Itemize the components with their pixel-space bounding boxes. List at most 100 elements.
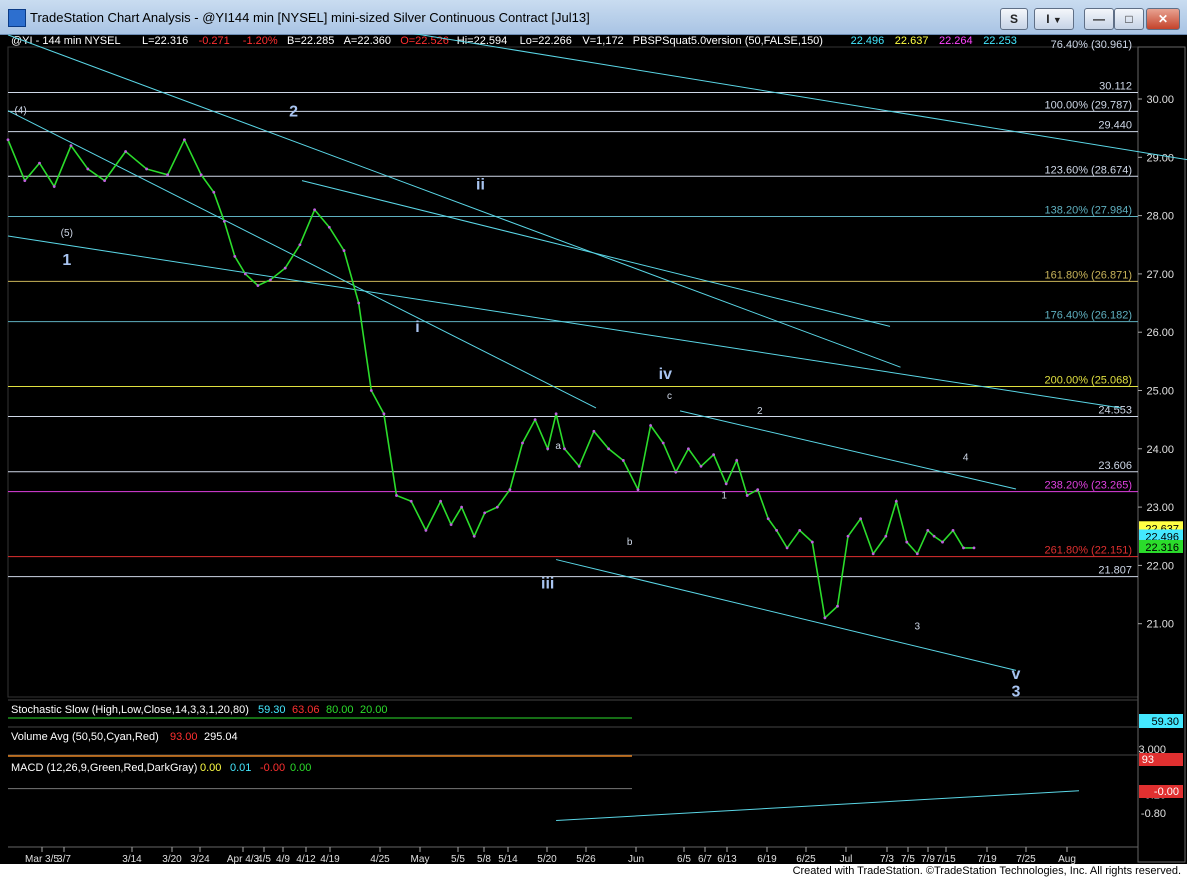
price-dot — [546, 447, 550, 451]
x-tick-label: 5/5 — [451, 854, 465, 864]
wave-label: iii — [541, 576, 554, 593]
price-dot — [103, 179, 106, 183]
price-dot — [449, 523, 453, 526]
header-value: L=22.316 — [142, 35, 188, 47]
price-dot — [871, 552, 875, 556]
price-dot — [972, 546, 976, 550]
header-value: Lo=22.266 — [520, 35, 572, 47]
stochastic-value: 63.06 — [292, 704, 320, 716]
chevron-down-icon: ▼ — [1052, 15, 1062, 25]
wave-label: (5) — [61, 228, 73, 239]
price-dot — [621, 459, 625, 462]
price-dot — [836, 604, 839, 608]
y-tick-label: 24.00 — [1146, 444, 1174, 456]
price-dot — [212, 190, 216, 194]
y-tick-label: 25.00 — [1146, 386, 1174, 398]
price-dot — [823, 616, 827, 620]
price-dot — [69, 144, 73, 148]
minimize-icon: — — [1093, 12, 1105, 26]
minimize-button[interactable]: — — [1084, 8, 1114, 30]
price-level-label: 176.40% (26.182) — [1045, 310, 1132, 322]
price-level-label: 138.20% (27.984) — [1045, 205, 1132, 217]
price-dot — [798, 529, 802, 532]
price-level-label: 261.80% (22.151) — [1045, 545, 1132, 557]
macd-trend-line — [556, 790, 1080, 821]
price-dot — [439, 499, 442, 503]
wave-label: b — [627, 537, 633, 548]
price-dot — [52, 185, 56, 188]
price-dot — [724, 482, 728, 486]
y-tick-label: 23.00 — [1146, 502, 1174, 514]
price-level-label: 21.807 — [1098, 565, 1132, 577]
macd-tick-label: -0.80 — [1141, 808, 1166, 820]
macd-label: MACD (12,26,9,Green,Red,DarkGray) — [11, 762, 197, 774]
price-level-label: 100.00% (29.787) — [1045, 99, 1132, 111]
x-tick-label: 6/7 — [698, 854, 712, 864]
price-dot — [382, 412, 386, 416]
price-dot — [222, 220, 226, 223]
i-button[interactable]: I ▼ — [1034, 8, 1074, 30]
header-value: A=22.360 — [344, 35, 391, 47]
title-bar: TradeStation Chart Analysis - @YI144 min… — [0, 0, 1187, 35]
s-button[interactable]: S — [1000, 8, 1028, 30]
x-tick-label: 4/25 — [370, 854, 390, 864]
wave-label: 3 — [1012, 684, 1021, 701]
wave-label: c — [667, 391, 672, 402]
x-tick-label: May — [411, 854, 430, 864]
price-pane-frame — [7, 46, 1139, 698]
wave-label: 3 — [915, 622, 921, 633]
x-tick-label: Apr 4/3 — [227, 854, 260, 864]
volume-value: 93.00 — [170, 731, 198, 743]
close-button[interactable]: ✕ — [1146, 8, 1180, 30]
trend-line — [301, 180, 891, 327]
price-dot — [269, 278, 272, 282]
price-dot — [926, 529, 930, 532]
x-tick-label: 6/13 — [717, 854, 737, 864]
trend-line — [7, 110, 597, 409]
price-dot — [859, 517, 862, 521]
price-dot — [424, 529, 428, 532]
price-dot — [649, 424, 652, 427]
x-tick-label: 3/7 — [57, 854, 71, 864]
price-level-label: 29.440 — [1098, 120, 1132, 132]
wave-label: i — [415, 319, 419, 336]
price-dot — [607, 447, 610, 451]
wave-label: ii — [476, 176, 485, 193]
wave-label: 1 — [62, 252, 71, 269]
price-dot — [369, 389, 373, 392]
macd-value: 0.00 — [290, 762, 311, 774]
chart-area[interactable]: @YI - 144 min NYSEL L=22.316 -0.271 -1.20% B… — [0, 34, 1187, 864]
x-tick-label: Aug — [1058, 854, 1076, 864]
price-dot — [357, 301, 361, 305]
x-tick-label: 4/12 — [296, 854, 316, 864]
wave-label: 2 — [757, 406, 763, 417]
price-dot — [775, 529, 778, 532]
x-tick-label: 7/25 — [1016, 854, 1036, 864]
price-dot — [563, 447, 566, 451]
x-tick-label: 4/9 — [276, 854, 290, 864]
price-dot — [577, 464, 581, 468]
price-level-label: 123.60% (28.674) — [1045, 164, 1132, 176]
price-dot — [687, 447, 690, 451]
price-dot — [472, 534, 476, 538]
y-tick-label: 30.00 — [1146, 94, 1174, 106]
app-icon — [8, 9, 26, 27]
maximize-button[interactable]: □ — [1114, 8, 1144, 30]
price-dot — [6, 138, 10, 142]
price-dot — [712, 453, 715, 457]
price-dot — [756, 488, 760, 492]
y-tick-label: 27.00 — [1146, 269, 1174, 281]
price-dot — [962, 546, 965, 550]
price-dot — [951, 529, 955, 532]
maximize-icon: □ — [1125, 12, 1133, 26]
x-tick-label: 7/5 — [901, 854, 915, 864]
price-dot — [661, 441, 665, 445]
header-value: 22.637 — [895, 35, 929, 47]
header-value: B=22.285 — [287, 35, 334, 47]
price-dot — [256, 284, 260, 287]
x-tick-label: 4/19 — [320, 854, 340, 864]
header-value: PBSPSquat5.0version (50,FALSE,150) — [633, 35, 823, 47]
x-tick-label: 7/15 — [936, 854, 956, 864]
price-dot — [460, 505, 463, 509]
price-dot — [846, 534, 850, 538]
